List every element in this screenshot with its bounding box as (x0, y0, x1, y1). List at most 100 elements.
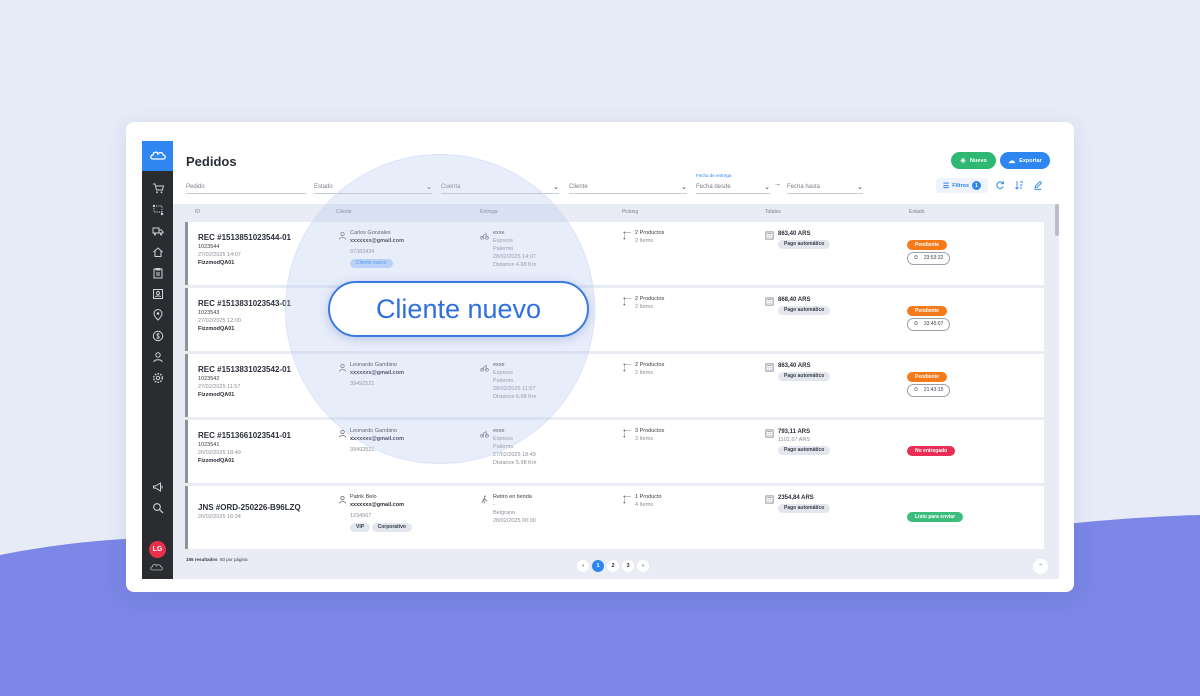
filter-count-badge: 1 (972, 181, 982, 190)
route-icon (623, 495, 632, 504)
page-title: Pedidos (186, 154, 237, 169)
sliders-icon: ☰ (942, 182, 950, 190)
map-pin-icon[interactable] (151, 308, 164, 321)
chevron-down-icon: ⌄ (857, 184, 863, 191)
route-icon (623, 429, 632, 438)
status-cell: Pendiente ⏱ 33:45:07 (907, 306, 951, 331)
payment-badge: Pago automático (778, 371, 831, 381)
payment-badge: Pago automático (778, 503, 831, 513)
refresh-icon[interactable] (995, 180, 1005, 190)
cart-icon[interactable] (151, 181, 164, 194)
timer-chip: ⏱ 21:43:15 (907, 384, 951, 397)
payment-badge: Pago automático (778, 305, 831, 315)
picking-cell: 2 Productos 2 ítems (635, 296, 665, 310)
stopwatch-icon: ⏱ (914, 254, 918, 261)
table-row[interactable]: JNS #ORD-250226-B96LZQ 26/02/2025 16:34 … (185, 486, 1044, 549)
delivery-cell: Retiro en tienda - Belgrano 28/02/2025 0… (493, 494, 536, 524)
dollar-icon[interactable] (151, 329, 164, 342)
user-icon[interactable] (151, 350, 164, 363)
totals-cell: 2354,84 ARS Pago automático (778, 494, 831, 513)
page-button-1[interactable]: 1 (592, 560, 604, 572)
calculator-icon (765, 297, 774, 306)
col-header-totales: Totales (765, 209, 781, 215)
calculator-icon (765, 429, 774, 438)
timer-chip: ⏱ 33:45:07 (907, 318, 951, 331)
clipboard-icon[interactable] (151, 266, 164, 279)
order-id-cell: REC #1513661023541-01 1023541 26/02/2025… (198, 431, 291, 464)
status-badge: Pendiente (907, 240, 947, 250)
calculator-icon (765, 495, 774, 504)
status-cell: Pendiente ⏱ 23:53:32 (907, 240, 951, 265)
stopwatch-icon: ⏱ (914, 320, 918, 327)
stopwatch-icon: ⏱ (914, 386, 918, 393)
col-header-estado: Estado (909, 209, 925, 215)
col-header-picking: Picking (622, 209, 639, 215)
sort-icon[interactable] (1014, 180, 1024, 190)
truck-icon[interactable] (151, 224, 164, 237)
scroll-top-button[interactable]: ⌃ (1033, 559, 1048, 574)
filters-button[interactable]: ☰ Filtros 1 (936, 178, 988, 193)
route-icon (623, 297, 632, 306)
status-cell: Listo para enviar (907, 512, 964, 522)
home-icon[interactable] (151, 245, 164, 258)
edit-icon[interactable] (1033, 180, 1043, 190)
order-id-cell: REC #1513831023542-01 1023542 27/02/2025… (198, 365, 291, 398)
calculator-icon (765, 363, 774, 372)
walking-icon (481, 495, 488, 504)
payment-badge: Pago automático (778, 445, 831, 455)
page-button-2[interactable]: 2 (607, 560, 619, 572)
picking-cell: 2 Productos 2 ítems (635, 362, 665, 376)
totals-cell: 793,11 ARS 1102,67 ARS Pago automático (778, 428, 831, 455)
chevron-down-icon: ⌄ (681, 184, 687, 191)
results-count: 155 resultados 60 por página (186, 557, 248, 562)
table-row[interactable]: REC #1513661023541-01 1023541 26/02/2025… (185, 420, 1044, 483)
timer-chip: ⏱ 23:53:32 (907, 252, 951, 265)
cliente-select[interactable]: Cliente ⌄ (569, 181, 687, 194)
totals-cell: 863,40 ARS Pago automático (778, 362, 831, 381)
pagination: ‹ 1 2 3 › (577, 560, 649, 572)
status-cell: Pendiente ⏱ 21:43:15 (907, 372, 951, 397)
status-badge: No entregado (907, 446, 956, 456)
fecha-desde-select[interactable]: Fecha desde ⌄ (696, 181, 770, 194)
logo-icon[interactable] (142, 141, 173, 171)
calculator-icon (765, 231, 774, 240)
settings-icon[interactable] (151, 371, 164, 384)
client-tag: VIP (350, 522, 371, 532)
megaphone-icon[interactable] (151, 480, 164, 493)
magnified-new-client-badge: Cliente nuevo (328, 281, 589, 337)
chevron-down-icon: ⌄ (764, 184, 770, 191)
contacts-icon[interactable] (151, 287, 164, 300)
table-footer: 155 resultados 60 por página ‹ 1 2 3 › ⌃ (173, 553, 1059, 579)
fecha-caption: Fecha de entrega (696, 173, 732, 178)
arrow-right-icon: → (774, 181, 781, 188)
order-id-cell: JNS #ORD-250226-B96LZQ 26/02/2025 16:34 (198, 503, 301, 520)
table-scrollbar[interactable] (1055, 204, 1059, 236)
search-icon[interactable] (151, 501, 164, 514)
page-button-3[interactable]: 3 (622, 560, 634, 572)
user-icon (338, 495, 347, 504)
pedido-input[interactable]: Pedido (186, 181, 306, 194)
route-icon[interactable] (151, 203, 164, 216)
chevron-down-icon: ⌄ (553, 184, 559, 191)
order-id-cell: REC #1513831023543-01 1023543 27/02/2025… (198, 299, 291, 332)
picking-cell: 3 Productos 3 ítems (635, 428, 665, 442)
cloud-upload-icon: ☁ (1008, 157, 1016, 165)
route-icon (623, 363, 632, 372)
status-cell: No entregado (907, 446, 956, 456)
fecha-hasta-select[interactable]: Fecha hasta ⌄ (787, 181, 863, 194)
col-header-id: ID (195, 209, 200, 215)
picking-cell: 2 Productos 2 ítems (635, 230, 665, 244)
status-badge: Pendiente (907, 306, 947, 316)
export-button[interactable]: ☁ Exportar (1000, 152, 1050, 169)
app-window: LG Pedidos ✳ Nuevo ☁ Exportar Pedido Est… (126, 122, 1074, 592)
sparkle-icon: ✳ (960, 157, 967, 165)
next-page-button[interactable]: › (637, 560, 649, 572)
status-badge: Listo para enviar (907, 512, 964, 522)
client-cell: Patrik Belo xxxxxxx@gmail.com 1234567 VI… (350, 494, 412, 532)
payment-badge: Pago automático (778, 239, 831, 249)
prev-page-button[interactable]: ‹ (577, 560, 589, 572)
order-id-cell: REC #1513851023544-01 1023544 27/02/2025… (198, 233, 291, 266)
avatar[interactable]: LG (149, 541, 166, 558)
totals-cell: 868,40 ARS Pago automático (778, 296, 831, 315)
new-button[interactable]: ✳ Nuevo (951, 152, 996, 169)
